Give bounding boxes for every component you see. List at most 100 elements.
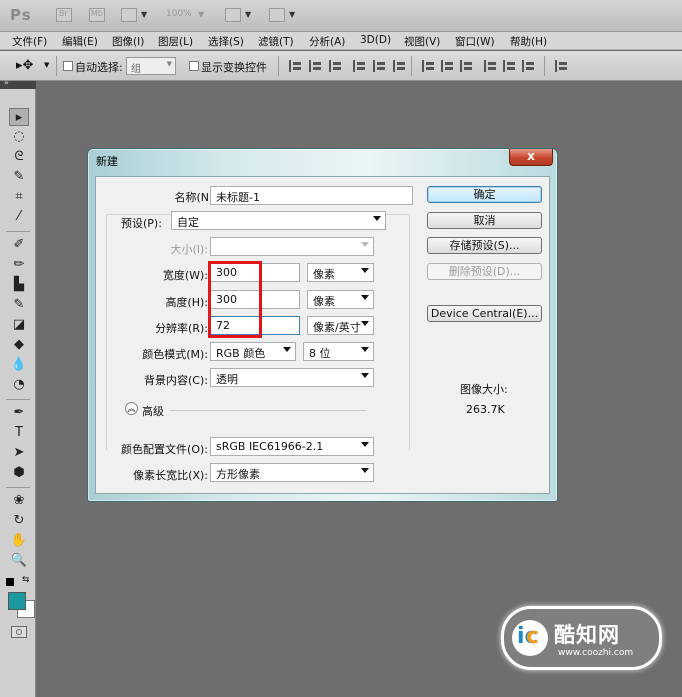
dodge-tool-icon[interactable]: ◔: [9, 376, 29, 394]
chevron-down-icon[interactable]: ▼: [289, 10, 295, 19]
color-mode-dropdown[interactable]: RGB 颜色: [210, 342, 296, 361]
cancel-button[interactable]: 取消: [427, 212, 542, 229]
name-field[interactable]: 未标题-1: [210, 186, 413, 205]
size-dropdown: [210, 237, 374, 256]
clone-stamp-tool-icon[interactable]: ▙: [9, 276, 29, 294]
toolbox-header[interactable]: »: [0, 78, 36, 89]
path-selection-tool-icon[interactable]: ➤: [9, 444, 29, 462]
ok-button[interactable]: 确定: [427, 186, 542, 203]
distribute-right-icon[interactable]: [522, 60, 536, 72]
menu-file[interactable]: 文件(F): [12, 32, 47, 49]
swap-colors-icon[interactable]: ⇆: [22, 575, 30, 585]
quick-mask-icon[interactable]: [11, 626, 27, 638]
bridge-button[interactable]: Br: [56, 8, 72, 22]
bit-depth-dropdown[interactable]: 8 位: [303, 342, 374, 361]
image-size-label: 图像大小:: [460, 383, 508, 396]
history-brush-tool-icon[interactable]: ✎: [9, 296, 29, 314]
show-transform-checkbox[interactable]: [189, 61, 199, 71]
screen-mode-icon[interactable]: [269, 8, 285, 22]
chevron-down-icon: [361, 321, 369, 326]
mini-bridge-button[interactable]: Mb: [89, 8, 105, 22]
crop-tool-icon[interactable]: ⌗: [9, 188, 29, 206]
menu-image[interactable]: 图像(I): [112, 32, 144, 49]
color-profile-label: 颜色配置文件(O):: [121, 443, 208, 456]
blur-tool-icon[interactable]: 💧: [9, 356, 29, 374]
menu-filter[interactable]: 滤镜(T): [258, 32, 294, 49]
chevron-down-icon[interactable]: ▼: [198, 10, 204, 19]
app-bar: Ps Br Mb ▼ 100% ▼ ▼ ▼: [0, 0, 682, 32]
healing-brush-tool-icon[interactable]: ✐: [9, 236, 29, 254]
eyedropper-tool-icon[interactable]: ⁄: [9, 208, 29, 226]
align-top-icon[interactable]: [289, 60, 303, 72]
auto-select-checkbox[interactable]: [63, 61, 73, 71]
menu-edit[interactable]: 编辑(E): [62, 32, 98, 49]
divider: [544, 56, 545, 76]
menu-analysis[interactable]: 分析(A): [309, 32, 345, 49]
distribute-left-icon[interactable]: [484, 60, 498, 72]
zoom-level[interactable]: 100%: [166, 9, 192, 19]
color-profile-dropdown[interactable]: sRGB IEC61966-2.1: [210, 437, 374, 456]
dialog-client: 名称(N): 未标题-1 预设(P): 自定 大小(I): 宽度(W): 300…: [95, 176, 550, 494]
width-unit-dropdown[interactable]: 像素: [307, 263, 374, 282]
menu-view[interactable]: 视图(V): [404, 32, 440, 49]
auto-select-dropdown[interactable]: 组 ▼: [126, 57, 176, 75]
align-bottom-icon[interactable]: [329, 60, 343, 72]
pen-tool-icon[interactable]: ✒: [9, 404, 29, 422]
distribute-top-icon[interactable]: [422, 60, 436, 72]
advanced-toggle-icon[interactable]: ︽: [125, 402, 138, 415]
background-contents-dropdown[interactable]: 透明: [210, 368, 374, 387]
pixel-aspect-dropdown[interactable]: 方形像素: [210, 463, 374, 482]
zoom-tool-icon[interactable]: 🔍: [9, 552, 29, 570]
type-tool-icon[interactable]: T: [9, 424, 29, 442]
menu-bar: 文件(F) 编辑(E) 图像(I) 图层(L) 选择(S) 滤镜(T) 分析(A…: [0, 32, 682, 50]
dialog-title: 新建: [96, 155, 118, 168]
view-extras-icon[interactable]: [121, 8, 137, 22]
default-colors-icon[interactable]: [6, 578, 14, 586]
distribute-horizontal-center-icon[interactable]: [503, 60, 517, 72]
chevron-down-icon[interactable]: ▼: [141, 10, 147, 19]
align-horizontal-center-icon[interactable]: [373, 60, 387, 72]
chevron-down-icon[interactable]: ▼: [245, 10, 251, 19]
chevron-down-icon: ▼: [166, 60, 172, 68]
save-preset-button[interactable]: 存储预设(S)...: [427, 237, 542, 254]
menu-layer[interactable]: 图层(L): [158, 32, 193, 49]
foreground-color-swatch[interactable]: [8, 592, 26, 610]
move-tool-icon[interactable]: ▸: [9, 108, 29, 126]
align-vertical-center-icon[interactable]: [309, 60, 323, 72]
height-unit-dropdown[interactable]: 像素: [307, 290, 374, 309]
lasso-tool-icon[interactable]: ᘓ: [9, 148, 29, 166]
distribute-bottom-icon[interactable]: [460, 60, 474, 72]
advanced-divider: [170, 410, 366, 411]
auto-select-label: 自动选择:: [75, 61, 123, 74]
menu-3d[interactable]: 3D(D): [360, 32, 391, 46]
quick-selection-tool-icon[interactable]: ✎: [9, 168, 29, 186]
auto-align-layers-icon[interactable]: [555, 60, 569, 72]
3d-orbit-tool-icon[interactable]: ↻: [9, 512, 29, 530]
paint-bucket-tool-icon[interactable]: ◆: [9, 336, 29, 354]
background-contents-label: 背景内容(C):: [144, 374, 208, 387]
menu-select[interactable]: 选择(S): [208, 32, 244, 49]
shape-tool-icon[interactable]: ⬢: [9, 464, 29, 482]
device-central-button[interactable]: Device Central(E)...: [427, 305, 542, 322]
toolbox: » ▸ ◌ ᘓ ✎ ⌗ ⁄ ✐ ✏ ▙ ✎ ◪ ◆ 💧 ◔ ✒ T ➤ ⬢ ❀ …: [0, 78, 36, 697]
menu-help[interactable]: 帮助(H): [510, 32, 547, 49]
preset-dropdown[interactable]: 自定: [171, 211, 386, 230]
arrange-documents-icon[interactable]: [225, 8, 241, 22]
align-left-icon[interactable]: [353, 60, 367, 72]
move-tool-icon[interactable]: ▸✥: [16, 58, 33, 73]
close-button[interactable]: x: [509, 149, 553, 166]
hand-tool-icon[interactable]: ✋: [9, 532, 29, 550]
eraser-tool-icon[interactable]: ◪: [9, 316, 29, 334]
brush-tool-icon[interactable]: ✏: [9, 256, 29, 274]
marquee-tool-icon[interactable]: ◌: [9, 128, 29, 146]
preset-label: 预设(P):: [118, 215, 165, 231]
photoshop-logo: Ps: [10, 6, 32, 24]
align-right-icon[interactable]: [393, 60, 407, 72]
resolution-unit-dropdown[interactable]: 像素/英寸: [307, 316, 374, 335]
chevron-down-icon: [361, 373, 369, 378]
3d-rotate-tool-icon[interactable]: ❀: [9, 492, 29, 510]
watermark-brand: 酷知网: [554, 623, 620, 647]
menu-window[interactable]: 窗口(W): [455, 32, 495, 49]
chevron-down-icon[interactable]: ▼: [44, 61, 49, 69]
distribute-vertical-center-icon[interactable]: [441, 60, 455, 72]
